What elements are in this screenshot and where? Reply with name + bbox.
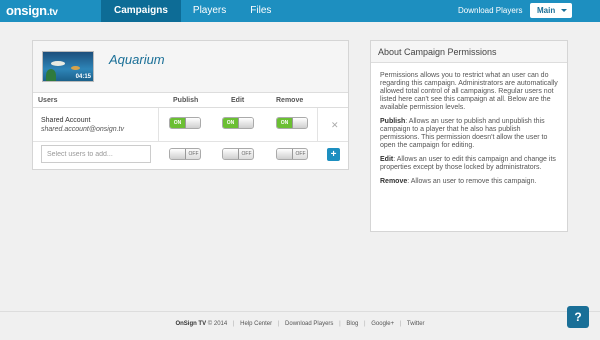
toggle-state: ON bbox=[170, 118, 185, 128]
main-account-dropdown[interactable]: Main bbox=[530, 3, 572, 18]
toggle-state: ON bbox=[223, 118, 238, 128]
publish-toggle-account[interactable]: ON bbox=[169, 117, 201, 129]
footer-brand: OnSign TV bbox=[175, 321, 207, 327]
footer-separator: | bbox=[399, 321, 402, 327]
footer-link-twitter[interactable]: Twitter bbox=[407, 321, 425, 327]
add-user-button[interactable]: + bbox=[327, 148, 340, 161]
column-edit: Edit bbox=[231, 97, 245, 104]
select-users-input[interactable] bbox=[41, 145, 151, 163]
nav-campaigns[interactable]: Campaigns bbox=[101, 0, 181, 22]
about-publish: Publish: Allows an user to publish and u… bbox=[380, 118, 560, 150]
toggle-state: OFF bbox=[188, 151, 199, 157]
remove-user-icon[interactable]: ✕ bbox=[331, 120, 339, 131]
about-remove: Remove: Allows an user to remove this ca… bbox=[380, 178, 560, 186]
toggle-knob bbox=[238, 118, 253, 128]
footer: OnSign TV © 2014 | Help Center | Downloa… bbox=[0, 321, 600, 327]
edit-desc: : Allows an user to edit this campaign a… bbox=[380, 156, 556, 171]
remove-toggle-account[interactable]: ON bbox=[276, 117, 308, 129]
about-body: Permissions allows you to restrict what … bbox=[380, 72, 560, 192]
footer-separator: | bbox=[277, 321, 280, 327]
footer-separator: | bbox=[364, 321, 366, 327]
account-email: shared.account@onsign.tv bbox=[41, 126, 124, 133]
publish-toggle-new[interactable]: OFF bbox=[169, 148, 201, 160]
header-divider bbox=[33, 107, 348, 108]
help-button[interactable]: ? bbox=[567, 306, 589, 328]
toggle-knob bbox=[223, 149, 239, 159]
account-name: Shared Account bbox=[41, 117, 91, 124]
toggle-knob bbox=[185, 118, 200, 128]
main-dropdown-label: Main bbox=[537, 6, 556, 15]
campaign-permissions-panel: 04:15 Aquarium Users Publish Edit Remove… bbox=[32, 40, 349, 170]
publish-term: Publish bbox=[380, 118, 406, 125]
top-navbar: onsign.tv Campaigns Players Files Downlo… bbox=[0, 0, 600, 22]
footer-link-help-center[interactable]: Help Center bbox=[240, 321, 272, 327]
remove-desc: : Allows an user to remove this campaign… bbox=[407, 178, 537, 185]
about-edit: Edit: Allows an user to edit this campai… bbox=[380, 156, 560, 172]
nav-players[interactable]: Players bbox=[181, 0, 238, 22]
about-permissions-panel: About Campaign Permissions Permissions a… bbox=[370, 40, 568, 232]
remove-toggle-new[interactable]: OFF bbox=[276, 148, 308, 160]
campaign-header: 04:15 Aquarium bbox=[33, 41, 348, 93]
footer-separator: | bbox=[339, 321, 341, 327]
toggle-knob bbox=[292, 118, 307, 128]
column-publish: Publish bbox=[173, 97, 199, 104]
toggle-state: ON bbox=[277, 118, 292, 128]
edit-toggle-account[interactable]: ON bbox=[222, 117, 254, 129]
column-remove: Remove bbox=[276, 97, 304, 104]
caret-down-icon bbox=[561, 9, 567, 12]
campaign-title: Aquarium bbox=[109, 52, 165, 67]
toggle-knob bbox=[277, 149, 293, 159]
main-nav: Campaigns Players Files bbox=[101, 0, 283, 22]
footer-separator: | bbox=[232, 321, 235, 327]
footer-link-blog[interactable]: Blog bbox=[346, 321, 358, 327]
toggle-state: OFF bbox=[295, 151, 306, 157]
campaign-thumbnail[interactable]: 04:15 bbox=[42, 51, 94, 82]
footer-divider bbox=[0, 311, 600, 312]
thumbnail-duration: 04:15 bbox=[75, 74, 91, 80]
edit-toggle-new[interactable]: OFF bbox=[222, 148, 254, 160]
footer-year: © 2014 bbox=[207, 321, 228, 327]
fish-shape bbox=[51, 61, 65, 66]
footer-link-google-plus[interactable]: Google+ bbox=[371, 321, 394, 327]
toggle-knob bbox=[170, 149, 186, 159]
row-divider bbox=[33, 141, 348, 142]
nav-files[interactable]: Files bbox=[238, 0, 283, 22]
about-title: About Campaign Permissions bbox=[371, 41, 567, 63]
column-users: Users bbox=[38, 97, 58, 104]
seaweed-shape bbox=[46, 69, 56, 81]
column-divider bbox=[317, 108, 318, 141]
about-intro: Permissions allows you to restrict what … bbox=[380, 72, 558, 111]
fish-shape bbox=[71, 66, 80, 70]
footer-link-download-players[interactable]: Download Players bbox=[285, 321, 333, 327]
column-divider bbox=[158, 108, 159, 141]
logo-suffix: .tv bbox=[46, 7, 58, 18]
toggle-state: OFF bbox=[241, 151, 252, 157]
onsign-logo[interactable]: onsign.tv bbox=[6, 3, 58, 19]
download-players-link[interactable]: Download Players bbox=[458, 0, 522, 22]
remove-term: Remove bbox=[380, 178, 408, 185]
edit-term: Edit bbox=[380, 156, 394, 163]
publish-desc: : Allows an user to publish and unpublis… bbox=[380, 118, 548, 149]
logo-name: onsign bbox=[6, 3, 47, 18]
